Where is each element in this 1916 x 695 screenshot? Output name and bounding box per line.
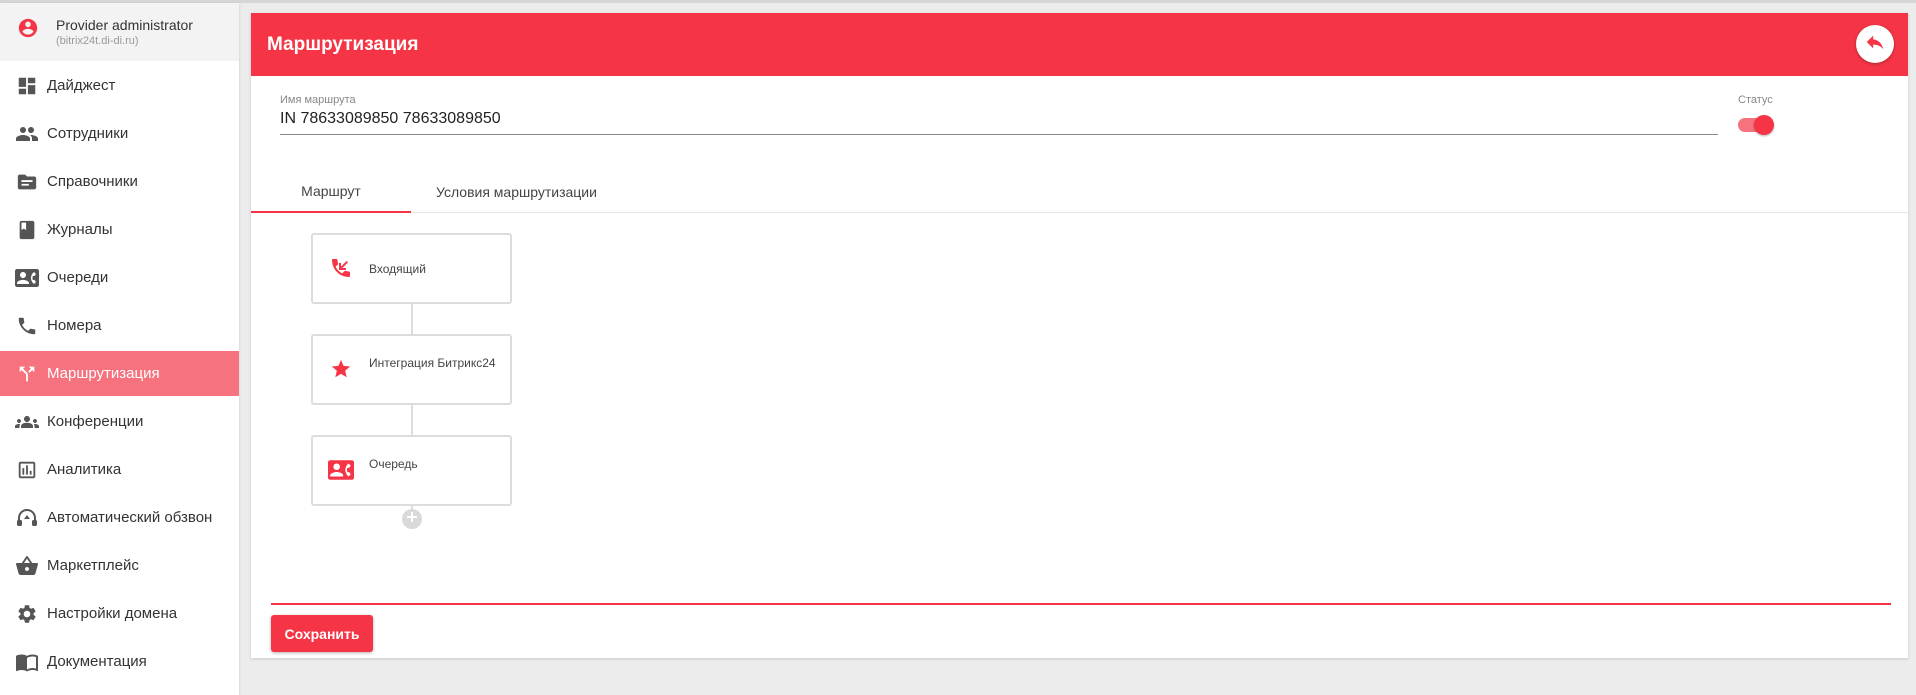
sidebar-item-autodialer[interactable]: Автоматический обзвон bbox=[0, 495, 239, 540]
status-label: Статус bbox=[1738, 94, 1773, 106]
book-icon bbox=[15, 218, 39, 242]
route-name-label: Имя маршрута bbox=[280, 94, 356, 106]
route-name-field: Имя маршрута bbox=[280, 94, 1718, 135]
sidebar-item-label: Журналы bbox=[47, 221, 113, 238]
sidebar-item-label: Аналитика bbox=[47, 461, 122, 478]
contact-phone-icon bbox=[328, 457, 354, 483]
sidebar-item-label: Дайджест bbox=[47, 77, 116, 94]
page-header: Маршрутизация bbox=[251, 13, 1908, 76]
phone-icon bbox=[15, 314, 39, 338]
sidebar-item-label: Справочники bbox=[47, 173, 138, 190]
route-form: Имя маршрута Статус bbox=[251, 76, 1908, 171]
sidebar-item-label: Очереди bbox=[47, 269, 109, 286]
route-flow: Входящий Интеграция Битрикс24 Очередь bbox=[251, 213, 1908, 583]
sidebar-item-label: Маршрутизация bbox=[47, 365, 160, 382]
basket-icon bbox=[15, 554, 39, 578]
sidebar-item-digest[interactable]: Дайджест bbox=[0, 63, 239, 108]
sidebar-item-numbers[interactable]: Номера bbox=[0, 303, 239, 348]
contact-phone-icon bbox=[15, 266, 39, 290]
sidebar-item-domain-settings[interactable]: Настройки домена bbox=[0, 591, 239, 636]
tab-bar: Маршрут Условия маршрутизации bbox=[251, 171, 1908, 213]
sidebar-item-routing[interactable]: Маршрутизация bbox=[0, 351, 239, 396]
bar-chart-icon bbox=[15, 458, 39, 482]
sidebar-item-documentation[interactable]: Документация bbox=[0, 639, 239, 684]
sidebar-item-label: Настройки домена bbox=[47, 605, 178, 622]
people-icon bbox=[15, 122, 39, 146]
sidebar-item-employees[interactable]: Сотрудники bbox=[0, 111, 239, 156]
sidebar-item-analytics[interactable]: Аналитика bbox=[0, 447, 239, 492]
sidebar-item-journals[interactable]: Журналы bbox=[0, 207, 239, 252]
user-name: Provider administrator bbox=[56, 17, 193, 33]
flow-node-label: Входящий bbox=[369, 262, 426, 276]
route-name-input[interactable] bbox=[280, 106, 1718, 135]
account-circle-icon bbox=[17, 17, 39, 39]
sidebar-item-label: Сотрудники bbox=[47, 125, 129, 142]
sidebar-item-queues[interactable]: Очереди bbox=[0, 255, 239, 300]
save-button[interactable]: Сохранить bbox=[271, 615, 373, 652]
tab-route[interactable]: Маршрут bbox=[251, 171, 411, 213]
sidebar-menu: Дайджест Сотрудники Справочники Журналы … bbox=[0, 61, 239, 684]
routing-card: Маршрутизация Имя маршрута Статус Маршру… bbox=[251, 13, 1908, 658]
dashboard-icon bbox=[15, 74, 39, 98]
sidebar-item-label: Конференции bbox=[47, 413, 144, 430]
flow-node-bitrix-integration[interactable]: Интеграция Битрикс24 bbox=[311, 334, 512, 405]
user-panel[interactable]: Provider administrator (bitrix24t.di-di.… bbox=[0, 3, 239, 61]
headset-icon bbox=[15, 506, 39, 530]
status-field: Статус bbox=[1738, 94, 1774, 135]
reply-icon bbox=[1864, 31, 1886, 58]
sidebar-item-label: Автоматический обзвон bbox=[47, 509, 213, 526]
toggle-knob bbox=[1754, 115, 1774, 135]
flow-node-incoming[interactable]: Входящий bbox=[311, 233, 512, 304]
sidebar: Provider administrator (bitrix24t.di-di.… bbox=[0, 3, 239, 695]
flow-connector bbox=[411, 304, 413, 334]
sidebar-item-label: Документация bbox=[47, 653, 147, 670]
plus-icon bbox=[405, 510, 419, 529]
status-toggle[interactable] bbox=[1738, 114, 1774, 135]
tab-routing-conditions[interactable]: Условия маршрутизации bbox=[411, 171, 622, 213]
flow-node-label: Интеграция Битрикс24 bbox=[369, 356, 496, 370]
sidebar-item-directories[interactable]: Справочники bbox=[0, 159, 239, 204]
star-icon bbox=[328, 356, 354, 382]
sidebar-item-label: Номера bbox=[47, 317, 102, 334]
footer-divider bbox=[271, 603, 1891, 605]
flow-node-label: Очередь bbox=[369, 457, 418, 471]
incoming-call-icon bbox=[328, 255, 354, 281]
user-domain: (bitrix24t.di-di.ru) bbox=[56, 35, 139, 47]
sidebar-item-label: Маркетплейс bbox=[47, 557, 139, 574]
back-button[interactable] bbox=[1856, 25, 1894, 63]
open-book-icon bbox=[15, 650, 39, 674]
group-icon bbox=[15, 410, 39, 434]
flow-node-queue[interactable]: Очередь bbox=[311, 435, 512, 506]
add-step-button[interactable] bbox=[402, 509, 422, 529]
gear-icon bbox=[15, 602, 39, 626]
sidebar-item-conferences[interactable]: Конференции bbox=[0, 399, 239, 444]
sidebar-item-marketplace[interactable]: Маркетплейс bbox=[0, 543, 239, 588]
route-split-icon bbox=[15, 362, 39, 386]
flow-connector bbox=[411, 405, 413, 435]
folder-icon bbox=[15, 170, 39, 194]
page-title: Маршрутизация bbox=[267, 33, 419, 55]
window-top-border bbox=[0, 0, 1916, 3]
